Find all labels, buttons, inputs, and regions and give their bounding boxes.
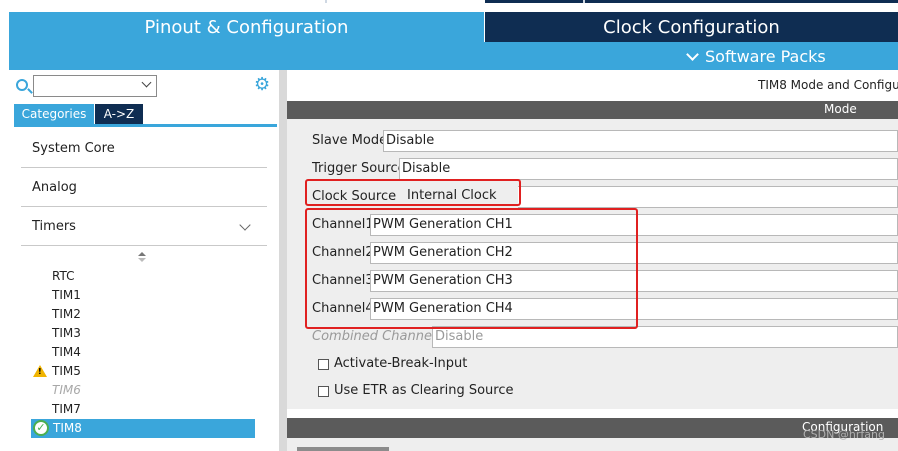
configuration-tab-strip[interactable] [297, 447, 389, 451]
top-strip-mark [325, 0, 327, 3]
chevron-down-icon [239, 218, 251, 231]
tab-pinout-configuration[interactable]: Pinout & Configuration [9, 12, 484, 42]
page-title: TIM8 Mode and Configu [758, 78, 898, 92]
category-label: System Core [32, 141, 115, 156]
category-system-core[interactable]: System Core [21, 130, 318, 210]
highlight-channels [305, 208, 638, 329]
timer-item-tim5[interactable]: TIM5 [52, 362, 81, 380]
slave-mode-label: Slave Mode [312, 133, 388, 148]
timer-item-tim2[interactable]: TIM2 [52, 305, 81, 323]
timer-item-tim3[interactable]: TIM3 [52, 324, 81, 342]
software-packs-menu[interactable]: Software Packs [686, 42, 826, 70]
chevron-down-icon[interactable] [141, 77, 152, 88]
trigger-source-select[interactable]: Disable [399, 158, 898, 180]
tab-clock-label: Clock Configuration [603, 16, 780, 38]
category-timers[interactable]: Timers [21, 208, 267, 246]
slave-mode-select[interactable]: Disable [383, 130, 898, 152]
top-strip-dark [485, 0, 898, 3]
chevron-down-icon [686, 47, 699, 61]
tab-a-z[interactable]: A->Z [95, 104, 143, 124]
panel-splitter[interactable] [279, 70, 287, 451]
timer-item-tim1[interactable]: TIM1 [52, 286, 81, 304]
use-etr-label: Use ETR as Clearing Source [334, 383, 514, 398]
sort-icon[interactable] [138, 252, 146, 264]
tab-underline [14, 124, 277, 127]
category-label: Timers [32, 219, 76, 234]
checkmark-icon: ✓ [33, 420, 49, 436]
search-combobox[interactable] [33, 75, 157, 97]
use-etr-checkbox[interactable] [318, 386, 329, 397]
tab-pinout-label: Pinout & Configuration [144, 16, 349, 38]
tab-categories[interactable]: Categories [14, 104, 94, 124]
category-label: Analog [32, 180, 77, 195]
mode-header-label: Mode [824, 102, 857, 116]
timer-item-tim8-label[interactable]: TIM8 [53, 419, 82, 438]
timer-item-tim4[interactable]: TIM4 [52, 343, 81, 361]
top-strip-mark [583, 0, 585, 3]
timer-item-rtc[interactable]: RTC [52, 267, 74, 285]
search-icon[interactable] [16, 79, 28, 91]
category-analog[interactable]: Analog [21, 169, 318, 249]
highlight-clock-source [305, 179, 521, 206]
gear-icon[interactable]: ⚙ [254, 76, 272, 94]
mode-section-header: Mode [287, 101, 898, 119]
combined-channels-select: Disable [432, 326, 898, 348]
tab-categories-label: Categories [21, 107, 87, 121]
combined-channels-label: Combined Channels [312, 329, 443, 344]
watermark: CSDN @hrfang [803, 428, 885, 441]
software-packs-label: Software Packs [705, 46, 826, 66]
tab-a-z-label: A->Z [103, 107, 135, 121]
trigger-source-label: Trigger Source [312, 161, 406, 176]
top-strip [0, 0, 898, 12]
activate-break-input-label: Activate-Break-Input [334, 356, 468, 371]
timer-item-tim7[interactable]: TIM7 [52, 400, 81, 418]
timer-item-tim6[interactable]: TIM6 [52, 381, 81, 399]
tab-clock-configuration[interactable]: Clock Configuration [485, 12, 898, 42]
activate-break-input-checkbox[interactable] [318, 359, 329, 370]
warning-icon: ! [33, 365, 47, 377]
clock-source-select-extension[interactable] [518, 186, 898, 208]
